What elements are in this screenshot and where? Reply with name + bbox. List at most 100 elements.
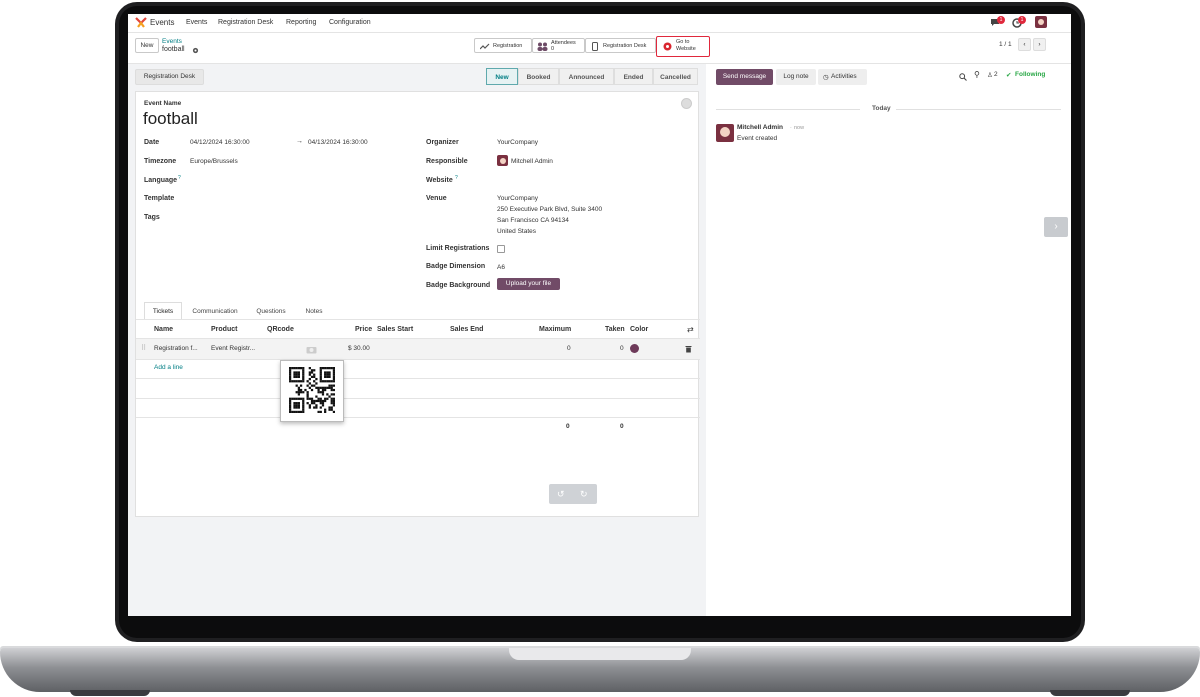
column-product[interactable]: Product [211, 326, 237, 333]
menu-reporting[interactable]: Reporting [286, 19, 316, 26]
paperclip-icon[interactable]: ⚲ [974, 70, 980, 79]
column-name[interactable]: Name [154, 326, 173, 333]
column-qrcode[interactable]: QRcode [267, 326, 294, 333]
trash-icon[interactable] [685, 345, 692, 353]
clock-icon: ◷ [823, 74, 829, 81]
column-sales-end[interactable]: Sales End [450, 326, 483, 333]
tab-communication[interactable]: Communication [182, 302, 248, 320]
row-maximum[interactable]: 0 [567, 345, 571, 352]
venue-line-1[interactable]: YourCompany [497, 195, 538, 202]
column-price[interactable]: Price [355, 326, 372, 333]
following-button[interactable]: Following [1015, 71, 1045, 78]
app-name[interactable]: Events [150, 18, 174, 27]
row-product[interactable]: Event Registr... [211, 345, 255, 352]
followers-icon[interactable]: ♙ [987, 71, 993, 79]
menu-events[interactable]: Events [186, 19, 207, 26]
optional-columns-toggle-icon[interactable]: ⇄ [687, 325, 694, 334]
event-name-label: Event Name [144, 100, 182, 107]
menu-registration-desk[interactable]: Registration Desk [218, 19, 273, 26]
breadcrumb-events[interactable]: Events [162, 38, 182, 45]
stage-ended[interactable]: Ended [614, 68, 653, 85]
registration-desk-smart-button[interactable]: Registration Desk [585, 38, 656, 53]
tab-notes[interactable]: Notes [294, 302, 334, 320]
pager-next-button[interactable]: › [1033, 38, 1046, 51]
limit-registrations-label: Limit Registrations [426, 245, 490, 252]
limit-registrations-checkbox[interactable] [497, 245, 505, 253]
stage-booked[interactable]: Booked [518, 68, 559, 85]
tab-questions[interactable]: Questions [248, 302, 294, 320]
menu-configuration[interactable]: Configuration [329, 19, 371, 26]
users-icon [537, 42, 548, 51]
row-price[interactable]: $ 30.00 [348, 345, 370, 352]
gear-icon[interactable] [192, 47, 199, 54]
total-maximum: 0 [566, 423, 570, 430]
stage-announced[interactable]: Announced [559, 68, 614, 85]
column-sales-start[interactable]: Sales Start [377, 326, 413, 333]
registration-smart-button[interactable]: Registration [474, 38, 532, 53]
badge-background-label: Badge Background [426, 282, 491, 289]
go-to-website-smart-button[interactable]: Go to Website [656, 36, 710, 57]
language-help-icon[interactable]: ? [178, 175, 181, 181]
column-maximum[interactable]: Maximum [539, 326, 571, 333]
events-app-icon[interactable] [135, 17, 147, 28]
pager-value[interactable]: 1 / 1 [999, 41, 1012, 48]
venue-line-3: San Francisco CA 94134 [497, 217, 569, 224]
date-end-input[interactable]: 04/13/2024 16:30:00 [308, 139, 368, 146]
message-author[interactable]: Mitchell Admin [737, 124, 783, 131]
organizer-label: Organizer [426, 139, 459, 146]
undo-icon[interactable]: ↺ [557, 489, 565, 500]
registration-desk-button[interactable]: Registration Desk [135, 69, 204, 85]
website-help-icon[interactable]: ? [455, 175, 458, 181]
globe-icon [663, 42, 672, 51]
pager-previous-button[interactable]: ‹ [1018, 38, 1031, 51]
attendees-smart-button[interactable]: Attendees 0 [532, 38, 585, 53]
row-name[interactable]: Registration f... [154, 345, 198, 352]
responsible-avatar [497, 155, 508, 166]
responsible-input[interactable]: Mitchell Admin [511, 158, 553, 165]
timezone-label: Timezone [144, 158, 177, 165]
stage-new[interactable]: New [486, 68, 518, 85]
totals-divider [136, 417, 700, 418]
event-name-input[interactable]: football [143, 109, 198, 129]
activities-label: Activities [831, 73, 857, 80]
check-icon: ✔ [1006, 72, 1012, 79]
date-separator: Today [872, 105, 891, 112]
redo-icon[interactable]: ↻ [580, 489, 588, 500]
column-taken[interactable]: Taken [605, 326, 625, 333]
message-body: Event created [737, 135, 778, 142]
organizer-input[interactable]: YourCompany [497, 139, 538, 146]
row-color-swatch[interactable] [630, 344, 639, 353]
date-start-input[interactable]: 04/12/2024 16:30:00 [190, 139, 250, 146]
message-author-avatar[interactable] [716, 124, 734, 142]
empty-row-divider-1 [136, 378, 700, 379]
tags-label: Tags [144, 214, 160, 221]
upload-file-button[interactable]: Upload your file [497, 278, 560, 290]
table-row[interactable]: ⠿ Registration f... Event Registr... $ 3… [136, 339, 700, 359]
add-line-link[interactable]: Add a line [154, 364, 183, 371]
date-arrow-icon: → [296, 138, 303, 145]
camera-icon[interactable] [306, 345, 317, 354]
column-color[interactable]: Color [630, 326, 648, 333]
send-message-button[interactable]: Send message [716, 69, 773, 85]
kanban-state-indicator[interactable] [681, 98, 692, 109]
tab-tickets[interactable]: Tickets [144, 302, 182, 320]
notebook-tabs: Tickets Communication Questions Notes [144, 302, 334, 320]
new-button[interactable]: New [135, 38, 159, 53]
activities-button[interactable]: ◷ Activities [818, 69, 867, 85]
followers-count[interactable]: 2 [994, 71, 998, 78]
next-record-arrow[interactable]: › [1044, 217, 1068, 237]
user-avatar[interactable] [1035, 16, 1047, 28]
control-panel: New Events football Registration Attende… [128, 33, 1071, 64]
go-to-website-line2: Website [676, 46, 696, 52]
chatter-panel: Send message Log note ◷ Activities ⚲ ♙ 2… [706, 64, 1071, 616]
laptop-notch [509, 648, 691, 660]
stage-cancelled[interactable]: Cancelled [653, 68, 698, 85]
drag-handle-icon[interactable]: ⠿ [141, 344, 146, 352]
search-icon[interactable] [959, 73, 967, 81]
timezone-select[interactable]: Europe/Brussels [190, 158, 238, 165]
badge-dimension-select[interactable]: A6 [497, 264, 505, 271]
laptop-foot-right [1050, 690, 1130, 696]
registration-label: Registration [493, 43, 523, 49]
form-area: Registration Desk New Booked Announced E… [128, 64, 706, 616]
log-note-button[interactable]: Log note [776, 69, 816, 85]
